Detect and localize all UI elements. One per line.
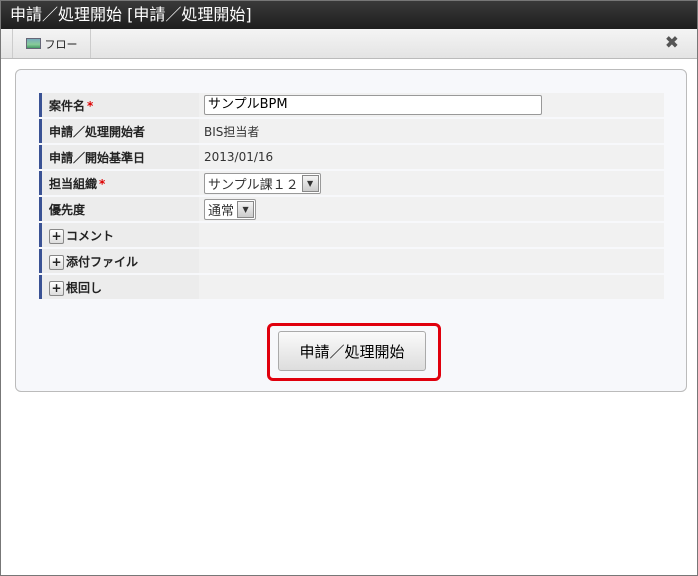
- applicant-value: BIS担当者: [199, 119, 664, 143]
- tab-flow[interactable]: フロー: [12, 29, 91, 58]
- nemawashi-toggle[interactable]: + 根回し: [39, 275, 199, 299]
- toolbar: フロー ✖: [1, 29, 697, 59]
- plus-icon: +: [49, 280, 64, 296]
- submit-button[interactable]: 申請／処理開始: [278, 331, 426, 371]
- priority-label: 優先度: [39, 197, 199, 221]
- required-mark: *: [87, 98, 94, 113]
- matter-name-input[interactable]: [204, 95, 542, 115]
- org-label: 担当組織: [49, 176, 98, 191]
- priority-select[interactable]: 通常 ▼: [204, 198, 257, 220]
- window-title: 申請／処理開始 [申請／処理開始]: [1, 1, 697, 29]
- highlight-box: 申請／処理開始: [267, 323, 441, 381]
- close-icon[interactable]: ✖: [665, 33, 679, 53]
- plus-icon: +: [49, 228, 64, 244]
- applicant-label: 申請／処理開始者: [39, 119, 199, 143]
- chevron-down-icon: ▼: [301, 174, 319, 192]
- form-table: 案件名* 申請／処理開始者BIS担当者 申請／開始基準日2013/01/16 担…: [39, 91, 664, 301]
- plus-icon: +: [49, 254, 64, 270]
- attachment-toggle[interactable]: + 添付ファイル: [39, 249, 199, 273]
- required-mark: *: [99, 176, 106, 191]
- form-panel: 案件名* 申請／処理開始者BIS担当者 申請／開始基準日2013/01/16 担…: [15, 69, 687, 392]
- chevron-down-icon: ▼: [237, 200, 255, 218]
- base-date-value: 2013/01/16: [199, 145, 664, 169]
- base-date-label: 申請／開始基準日: [39, 145, 199, 169]
- matter-name-label: 案件名: [49, 98, 86, 113]
- image-icon: [25, 38, 41, 49]
- dialog-window: 申請／処理開始 [申請／処理開始] フロー ✖ 案件名* 申請／処理開始者BIS…: [0, 0, 698, 576]
- comment-toggle[interactable]: + コメント: [39, 223, 199, 247]
- org-select[interactable]: サンプル課１２ ▼: [204, 172, 321, 194]
